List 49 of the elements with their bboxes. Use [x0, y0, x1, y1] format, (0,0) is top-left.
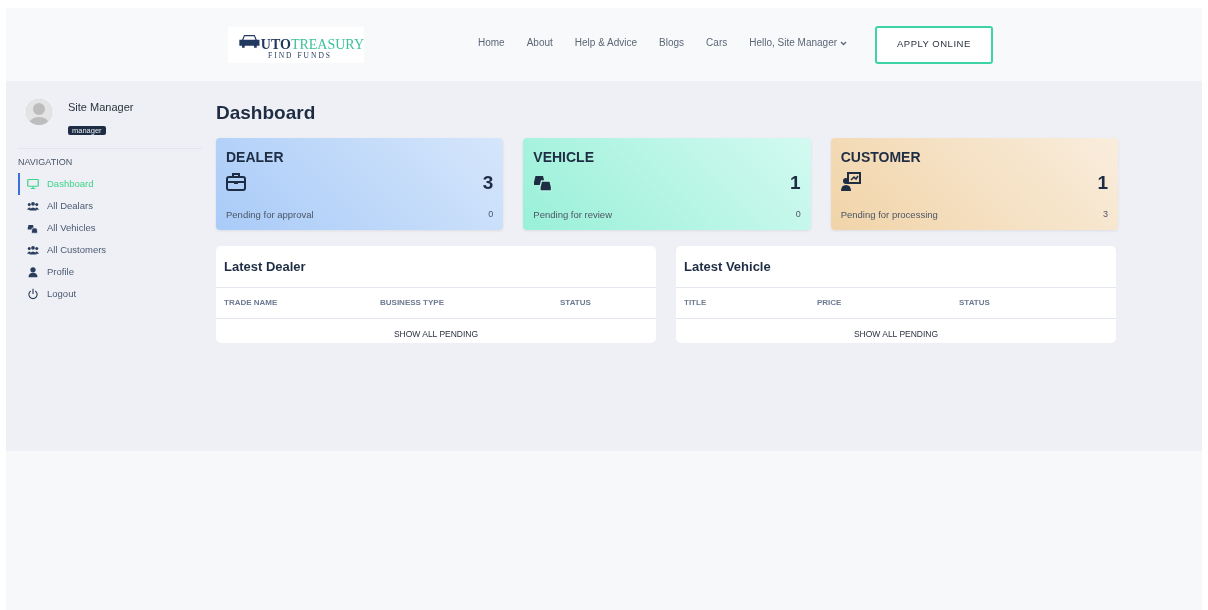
apply-online-button[interactable]: APPLY ONLINE — [874, 25, 993, 64]
logo-text: UTO — [260, 37, 291, 52]
show-all-pending-button[interactable]: SHOW ALL PENDING — [393, 319, 479, 350]
sidebar-item[interactable]: Logout — [18, 283, 202, 305]
users-icon — [27, 200, 39, 212]
card-title: CUSTOMER — [840, 149, 922, 164]
pending-count: 0 — [488, 207, 494, 221]
column-header: BUSINESS TYPE — [380, 297, 445, 309]
presentation-icon — [840, 171, 861, 192]
avatar-icon — [26, 99, 52, 125]
briefcase-icon — [226, 171, 246, 192]
sidebar-item[interactable]: All Dealars — [18, 195, 202, 217]
stat-count: 1 — [1097, 172, 1108, 192]
nav-link[interactable]: About — [526, 35, 553, 50]
column-header: STATUS — [560, 297, 592, 309]
nav-link[interactable]: Help & Advice — [574, 35, 638, 50]
nav-link[interactable]: Blogs — [659, 35, 685, 50]
column-header: TRADE NAME — [224, 297, 279, 309]
stat-caption: Pending for review — [533, 207, 612, 222]
nav-link[interactable]: Cars — [706, 35, 728, 50]
cars-icon — [27, 222, 39, 234]
page-title: Dashboard — [216, 101, 317, 125]
user-name: Site Manager — [68, 100, 134, 115]
column-header: PRICE — [817, 297, 843, 309]
stat-count: 1 — [790, 172, 801, 192]
stat-count: 3 — [482, 172, 494, 192]
pending-count: 3 — [1102, 207, 1108, 221]
pending-count: 0 — [795, 207, 801, 221]
monitor-icon — [27, 178, 39, 190]
user-menu[interactable]: Hello, Site Manager — [749, 35, 847, 50]
card-title: VEHICLE — [533, 149, 595, 164]
panel-title: Latest Dealer — [216, 245, 656, 288]
column-header: STATUS — [959, 297, 991, 309]
section-heading: NAVIGATION — [18, 147, 202, 169]
nav-link[interactable]: Home — [478, 35, 505, 50]
power-icon — [27, 288, 39, 300]
stat-caption: Pending for processing — [840, 207, 938, 222]
column-header: TITLE — [684, 297, 708, 309]
sidebar-item[interactable]: Profile — [18, 261, 202, 283]
user-icon — [27, 266, 39, 278]
panel-title: Latest Vehicle — [676, 245, 1116, 288]
users-icon — [27, 244, 39, 256]
sidebar-item[interactable]: All Customers — [18, 239, 202, 261]
stat-caption: Pending for approval — [226, 207, 314, 222]
logo-text: TREASURY — [290, 37, 364, 52]
show-all-pending-button[interactable]: SHOW ALL PENDING — [853, 319, 939, 350]
chevron-down-icon — [839, 40, 847, 46]
card-title: DEALER — [226, 149, 285, 164]
sidebar-item[interactable]: All Vehicles — [18, 217, 202, 239]
